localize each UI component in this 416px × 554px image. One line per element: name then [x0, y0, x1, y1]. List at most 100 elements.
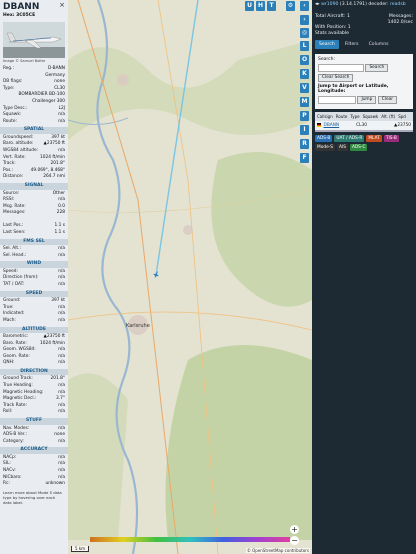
top-bar: ◂▸ wr1090 (3.14.1791) decoder: readsb: [312, 0, 416, 10]
detail-key: NACv:: [3, 468, 16, 473]
detail-key: SIL:: [3, 461, 11, 467]
collapse-right-icon[interactable]: ‹: [300, 1, 309, 11]
search-input[interactable]: [318, 64, 364, 73]
map-button-r[interactable]: R: [300, 139, 309, 149]
tab-filters[interactable]: Filters: [341, 40, 363, 49]
map-button-u[interactable]: U: [245, 1, 254, 11]
expand-left-icon[interactable]: ‹: [300, 15, 309, 25]
detail-key: Sel. Alt.:: [3, 246, 21, 252]
zoom-in-button[interactable]: +: [290, 525, 299, 534]
detail-header: DBANN Hex: 3C05CE ×: [0, 0, 68, 22]
callsign-cell[interactable]: DBANN: [324, 123, 340, 128]
column-header[interactable]: Callsign: [317, 114, 333, 119]
detail-row: True Heading: n/a: [0, 383, 68, 390]
city-label: Karlsruhe: [126, 323, 150, 329]
detail-row: RSSI: n/a: [0, 197, 68, 204]
info-value: Challenger 300: [32, 98, 65, 104]
total-aircraft: Total Aircraft: 1: [315, 14, 350, 19]
layers-icon[interactable]: ◎: [300, 28, 309, 38]
aircraft-photo[interactable]: [3, 22, 65, 58]
map-button-v[interactable]: V: [300, 83, 309, 93]
section-header: DIRECTION: [0, 368, 68, 376]
info-row: BOMBARDIER BD-100: [0, 92, 68, 99]
detail-row: Indicated: n/a: [0, 311, 68, 318]
detail-key: Indicated:: [3, 311, 25, 317]
detail-key: Sel. Head.:: [3, 252, 27, 258]
column-header[interactable]: Route: [336, 114, 348, 119]
jump-input[interactable]: [318, 96, 356, 105]
tab-columns[interactable]: Columns: [365, 40, 393, 49]
scale-bar: 5 km: [71, 546, 90, 552]
detail-value: n/a: [58, 409, 65, 415]
info-value: BOMBARDIER BD-100: [18, 92, 66, 98]
map-button-i[interactable]: I: [300, 125, 309, 135]
column-header[interactable]: Type: [350, 114, 359, 119]
source-tag: MLAT: [366, 135, 382, 143]
map-button-h[interactable]: H: [256, 1, 265, 11]
column-header[interactable]: Spd: [398, 114, 406, 119]
map-button-t[interactable]: T: [267, 1, 276, 11]
detail-row: Sel. Head.: n/a: [0, 253, 68, 260]
expand-icon[interactable]: ◂▸: [315, 2, 320, 7]
zoom-out-button[interactable]: −: [290, 536, 299, 545]
wr1090-link[interactable]: wr1090: [321, 2, 338, 7]
detail-key: WGS84 altitude:: [3, 148, 39, 154]
altitude-cell: ▲23750: [394, 123, 411, 129]
table-row[interactable]: DBANN CL30 ▲23750: [315, 121, 413, 131]
detail-key: Distance:: [3, 174, 24, 180]
readsb-link[interactable]: readsb: [390, 2, 406, 7]
detail-row: Roll: n/a: [0, 409, 68, 416]
tab-search[interactable]: Search: [315, 40, 339, 50]
map-button-o[interactable]: O: [300, 55, 309, 65]
detail-key: Magnetic Decl.:: [3, 396, 37, 402]
detail-row: WGS84 altitude: n/a: [0, 148, 68, 155]
source-tag: Mode-S: [315, 144, 335, 152]
detail-key: QNH:: [3, 360, 15, 366]
detail-value: n/a: [58, 360, 65, 366]
detail-value: n/a: [58, 461, 65, 467]
detail-value: none: [54, 432, 65, 438]
column-header[interactable]: Squawk: [363, 114, 379, 119]
map-canvas[interactable]: Karlsruhe: [68, 0, 312, 554]
detail-value: n/a: [58, 197, 65, 203]
map-button-l[interactable]: L: [300, 41, 309, 51]
settings-gear-icon[interactable]: ⚙: [286, 1, 295, 11]
jet-illustration: [3, 22, 65, 58]
source-tag: ADS-B: [315, 135, 333, 143]
detail-row: Last Seen: 1.1 s: [0, 230, 68, 237]
detail-value: unknown: [45, 481, 65, 487]
detail-row: Track: 201.8°: [0, 161, 68, 168]
section-header: WIND: [0, 261, 68, 268]
map-button-p[interactable]: P: [300, 111, 309, 121]
info-value: n/a: [58, 118, 65, 124]
clear-button[interactable]: Clear: [377, 96, 398, 105]
detail-row: QNH: n/a: [0, 360, 68, 367]
panel-tabs: Search Filters Columns: [312, 38, 416, 51]
stats-available[interactable]: Stats available: [315, 31, 413, 37]
jump-button[interactable]: Jump: [357, 96, 377, 105]
info-key: Type:: [3, 85, 15, 91]
map-view[interactable]: Karlsruhe U H T ⚙ ‹ ‹ ◎ LOKVMPIRF + − 5 …: [68, 0, 312, 554]
detail-key: Last Seen:: [3, 230, 26, 236]
detail-key: Category:: [3, 438, 24, 444]
source-tag: AIS: [337, 144, 348, 152]
section-header: ALTITUDE: [0, 326, 68, 333]
search-button[interactable]: Search: [365, 64, 389, 73]
clear-search-button[interactable]: Clear Search: [318, 74, 354, 83]
detail-value: 3.7°: [56, 396, 65, 402]
section-header: FMS SEL: [0, 238, 68, 246]
detail-key: TAT / OAT:: [3, 282, 25, 288]
section-header: SIGNAL: [0, 183, 68, 190]
detail-value: 1.1 s: [54, 230, 65, 236]
detail-row: Messages: 228: [0, 210, 68, 217]
info-row: Challenger 300: [0, 99, 68, 106]
map-attribution[interactable]: © OpenStreetMap contributors: [245, 548, 310, 553]
detail-value: n/a: [58, 438, 65, 444]
map-button-k[interactable]: K: [300, 69, 309, 79]
column-header[interactable]: Alt. (ft): [381, 114, 395, 119]
map-button-f[interactable]: F: [300, 153, 309, 163]
detail-key: RSSI:: [3, 197, 15, 203]
close-icon[interactable]: ×: [59, 1, 65, 9]
detail-value: n/a: [58, 246, 65, 252]
map-button-m[interactable]: M: [300, 97, 309, 107]
